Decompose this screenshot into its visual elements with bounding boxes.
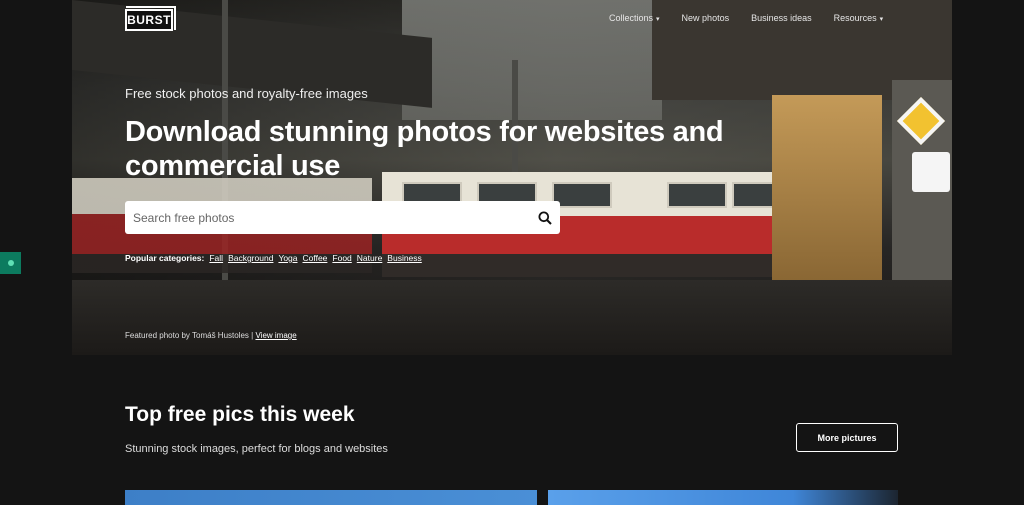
photo-thumbnail[interactable] [125, 490, 537, 505]
photo-credit-text: Featured photo by Tomáš Hustoles | [125, 331, 254, 340]
category-link-coffee[interactable]: Coffee [303, 253, 328, 263]
nav-item-collections[interactable]: Collections ▾ [609, 13, 660, 23]
tram-window [667, 182, 727, 208]
nav-label: Collections [609, 13, 654, 23]
section-subtitle: Stunning stock images, perfect for blogs… [125, 443, 388, 455]
category-link-yoga[interactable]: Yoga [278, 253, 297, 263]
top-nav: Collections ▾ New photos Business ideas R… [609, 13, 883, 23]
side-widget-tab[interactable] [0, 252, 21, 274]
category-link-fall[interactable]: Fall [209, 253, 223, 263]
category-link-background[interactable]: Background [228, 253, 273, 263]
hero-subtitle: Free stock photos and royalty-free image… [125, 86, 368, 101]
nav-item-business-ideas[interactable]: Business ideas [751, 13, 812, 23]
section-title: Top free pics this week [125, 403, 355, 426]
hero-building [772, 95, 882, 280]
photo-thumbnail[interactable] [548, 490, 898, 505]
page: BURST Collections ▾ New photos Business i… [0, 0, 1024, 505]
nav-item-resources[interactable]: Resources ▾ [834, 13, 884, 23]
widget-dot-icon [7, 260, 14, 266]
categories-label: Popular categories: [125, 253, 205, 263]
search-icon[interactable] [530, 201, 560, 234]
view-image-link[interactable]: View image [255, 331, 296, 340]
chevron-down-icon: ▾ [879, 16, 884, 23]
chevron-down-icon: ▾ [656, 16, 660, 23]
search-bar [125, 201, 560, 234]
nav-label: Resources [833, 13, 877, 23]
burst-logo[interactable]: BURST [125, 6, 176, 31]
category-link-food[interactable]: Food [332, 253, 351, 263]
hero-ground [72, 280, 952, 355]
category-link-nature[interactable]: Nature [357, 253, 383, 263]
tram-window [552, 182, 612, 208]
road-sign [912, 152, 950, 192]
popular-categories: Popular categories: Fall Background Yoga… [125, 253, 422, 263]
hero-headline: Download stunning photos for websites an… [125, 116, 724, 182]
photo-credit: Featured photo by Tomáš Hustoles | View … [125, 331, 297, 340]
nav-item-new-photos[interactable]: New photos [682, 13, 730, 23]
more-pictures-button[interactable]: More pictures [796, 423, 898, 452]
category-link-business[interactable]: Business [387, 253, 422, 263]
search-input[interactable] [125, 210, 530, 225]
tram-window [732, 182, 777, 208]
